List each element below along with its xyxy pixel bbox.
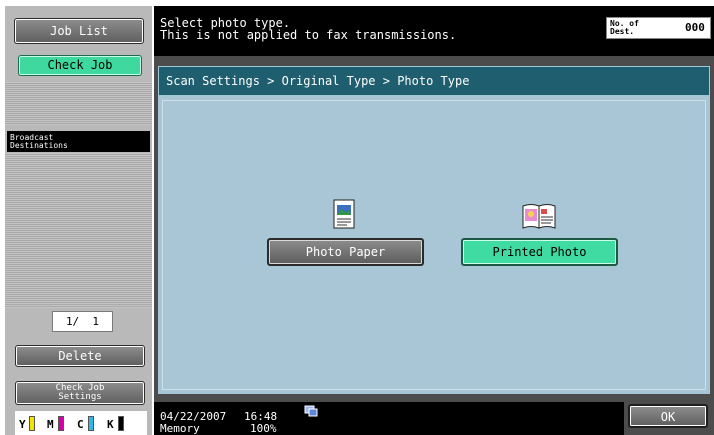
check-job-settings-button[interactable]: Check Job Settings xyxy=(15,381,145,405)
toner-c-label: C xyxy=(77,418,84,431)
printed-photo-button[interactable]: Printed Photo xyxy=(461,238,618,266)
status-memory-value: 100% xyxy=(250,422,277,435)
job-list-button[interactable]: Job List xyxy=(14,18,144,44)
toner-indicator: Y M C K xyxy=(15,411,147,435)
left-pane-stripe-middle xyxy=(5,153,152,308)
dest-counter-label2: Dest. xyxy=(610,27,635,36)
content-inner xyxy=(162,100,706,390)
status-time: 16:48 xyxy=(244,410,278,423)
network-icon xyxy=(304,405,318,417)
photo-paper-icon xyxy=(333,199,355,229)
ok-button[interactable]: OK xyxy=(628,404,708,428)
broadcast-line2: Destinations xyxy=(10,141,68,150)
message-line2: This is not applied to fax transmissions… xyxy=(160,28,457,42)
dest-counter-value: 000 xyxy=(685,21,705,34)
toner-k-bar xyxy=(118,416,124,431)
status-memory-label: Memory xyxy=(160,422,200,435)
broadcast-destinations-header: Broadcast Destinations xyxy=(7,131,150,152)
status-bar: 04/22/2007 16:48 Memory 100% xyxy=(154,402,624,435)
breadcrumb-text: Scan Settings > Original Type > Photo Ty… xyxy=(166,74,470,88)
check-job-settings-line2: Settings xyxy=(58,392,102,402)
dest-counter: No. of Dest. 000 xyxy=(606,17,711,39)
left-pane-stripe-top xyxy=(5,82,152,125)
message-bar: Select photo type. This is not applied t… xyxy=(154,6,714,56)
breadcrumb: Scan Settings > Original Type > Photo Ty… xyxy=(158,66,710,96)
page-indicator: 1/ 1 xyxy=(52,311,113,332)
status-date: 04/22/2007 xyxy=(160,410,227,423)
toner-c-bar xyxy=(88,416,94,431)
delete-button[interactable]: Delete xyxy=(15,345,145,367)
printed-photo-icon xyxy=(521,202,557,230)
check-job-button[interactable]: Check Job xyxy=(18,55,142,76)
toner-k-label: K xyxy=(107,418,114,431)
toner-y-bar xyxy=(29,416,35,431)
toner-m-bar xyxy=(58,416,64,431)
toner-m-label: M xyxy=(47,418,54,431)
toner-y-label: Y xyxy=(19,418,26,431)
photo-paper-button[interactable]: Photo Paper xyxy=(267,238,424,266)
